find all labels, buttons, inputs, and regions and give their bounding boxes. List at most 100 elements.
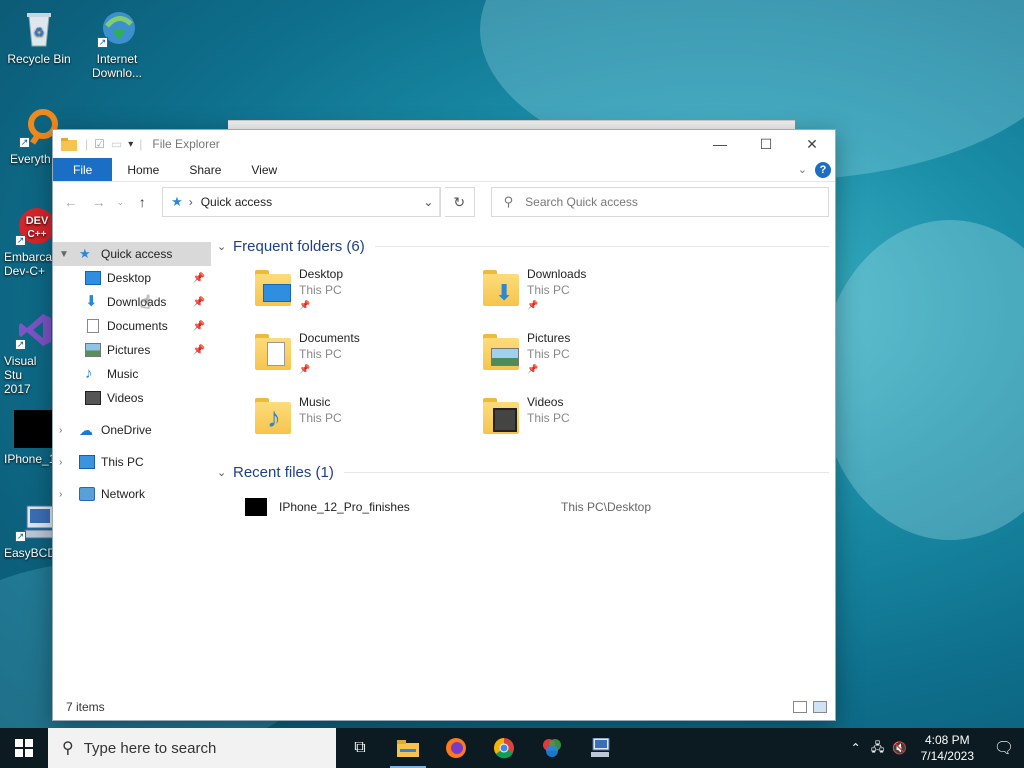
- sidebar-item-videos[interactable]: Videos: [53, 386, 211, 410]
- folder-location: This PC: [299, 283, 342, 297]
- start-button[interactable]: [0, 728, 48, 768]
- folder-location: This PC: [299, 411, 342, 425]
- chevron-down-icon[interactable]: ⌄: [217, 466, 233, 479]
- address-path[interactable]: Quick access: [201, 195, 418, 209]
- desktop-icon-internet-download[interactable]: ↗ Internet Downlo...: [82, 8, 152, 80]
- sidebar-item-this-pc[interactable]: › This PC: [53, 450, 211, 474]
- help-icon[interactable]: ?: [815, 161, 831, 178]
- quick-access-toolbar-separator: |: [85, 137, 89, 151]
- notification-center-icon[interactable]: 🗨: [984, 728, 1024, 768]
- volume-muted-icon[interactable]: 🔇: [889, 741, 911, 755]
- title-bar[interactable]: | ☑ ▭ ▾ | File Explorer — ☐ ✕: [53, 130, 835, 158]
- taskbar-chrome[interactable]: [480, 728, 528, 768]
- sidebar-item-onedrive[interactable]: › ☁ OneDrive: [53, 418, 211, 442]
- pin-icon: 📌: [192, 344, 205, 356]
- forward-button[interactable]: →: [87, 190, 111, 214]
- folder-name: Pictures: [527, 331, 571, 345]
- folder-tile-pictures[interactable]: Pictures This PC 📌: [481, 330, 709, 382]
- tab-file[interactable]: File: [53, 158, 113, 181]
- properties-icon[interactable]: ☑: [94, 137, 105, 151]
- tab-share[interactable]: Share: [174, 158, 236, 181]
- folder-tile-videos[interactable]: Videos This PC: [481, 394, 709, 446]
- taskbar-color-app[interactable]: [528, 728, 576, 768]
- chevron-down-icon[interactable]: ▼: [59, 249, 73, 260]
- sidebar-item-network[interactable]: › Network: [53, 482, 211, 506]
- chevron-right-icon[interactable]: ›: [59, 457, 73, 468]
- videos-folder-icon: [481, 394, 521, 438]
- desktop-icon: [85, 271, 101, 285]
- recycle-bin-icon: ♻: [19, 8, 59, 48]
- visual-studio-icon: ↗: [15, 310, 55, 350]
- sidebar-item-quick-access[interactable]: ▼ ★ Quick access: [53, 242, 211, 266]
- recent-files-header[interactable]: ⌄ Recent files (1): [217, 460, 829, 484]
- sidebar-item-label: Documents: [107, 319, 168, 333]
- content-pane: ⌄ Frequent folders (6) Desktop This PC 📌 ⬇…: [217, 234, 829, 520]
- sidebar-item-music[interactable]: ♪ Music: [53, 362, 211, 386]
- chevron-right-icon[interactable]: ›: [59, 425, 73, 436]
- ribbon-tabs: File Home Share View ⌄ ?: [53, 158, 835, 182]
- shortcut-arrow-icon: ↗: [15, 531, 26, 542]
- minimize-button[interactable]: —: [697, 130, 743, 158]
- folder-icon: [397, 740, 419, 757]
- folder-tile-documents[interactable]: Documents This PC 📌: [253, 330, 481, 382]
- recent-file-name: IPhone_12_Pro_finishes: [279, 500, 410, 514]
- chevron-right-icon[interactable]: ›: [59, 489, 73, 500]
- address-bar[interactable]: ★ › Quick access ⌄: [162, 187, 441, 217]
- shortcut-arrow-icon: ↗: [19, 137, 30, 148]
- sidebar-item-desktop[interactable]: Desktop 📌: [53, 266, 211, 290]
- taskbar-file-explorer[interactable]: [384, 728, 432, 768]
- up-button[interactable]: ↑: [130, 190, 154, 214]
- chevron-up-icon[interactable]: ⌃: [845, 741, 867, 755]
- chrome-icon: [494, 738, 514, 759]
- sidebar-item-pictures[interactable]: Pictures 📌: [53, 338, 211, 362]
- sidebar-item-label: Videos: [107, 391, 144, 405]
- frequent-folders-header[interactable]: ⌄ Frequent folders (6): [217, 234, 829, 258]
- sidebar-item-downloads[interactable]: ⬇ Downloads 📌: [53, 290, 211, 314]
- tab-view[interactable]: View: [236, 158, 292, 181]
- desktop-icon-label: Internet Downlo...: [91, 52, 143, 80]
- taskbar-search-input[interactable]: ⚲ Type here to search: [48, 728, 336, 768]
- recent-locations-icon[interactable]: ⌄: [114, 190, 126, 214]
- picture-icon: [85, 343, 101, 357]
- sidebar-item-label: Desktop: [107, 271, 152, 285]
- chevron-down-icon[interactable]: ⌄: [217, 240, 233, 253]
- sidebar-item-label: This PC: [101, 455, 144, 469]
- cloud-icon: ☁: [79, 422, 93, 438]
- tab-home[interactable]: Home: [112, 158, 174, 181]
- recent-file-row[interactable]: IPhone_12_Pro_finishes This PC\Desktop: [245, 494, 829, 520]
- pin-icon: 📌: [192, 272, 205, 284]
- group-title: Frequent folders (6): [233, 237, 365, 255]
- documents-folder-icon: [253, 330, 293, 374]
- film-icon: [85, 391, 101, 405]
- details-view-icon[interactable]: [793, 701, 807, 713]
- network-icon[interactable]: 🖧: [867, 738, 889, 759]
- back-button[interactable]: ←: [59, 190, 83, 214]
- globe-download-icon: ↗: [97, 8, 137, 48]
- clock[interactable]: 4:08 PM 7/14/2023: [911, 732, 984, 764]
- search-input[interactable]: ⚲ Search Quick access: [490, 187, 829, 217]
- desktop-icon-recycle-bin[interactable]: ♻ Recycle Bin: [4, 8, 74, 66]
- sidebar-item-documents[interactable]: Documents 📌: [53, 314, 211, 338]
- large-icons-view-icon[interactable]: [813, 701, 827, 713]
- folder-tile-desktop[interactable]: Desktop This PC 📌: [253, 266, 481, 318]
- desktop-icon-label: Recycle Bin: [7, 52, 71, 66]
- task-view-button[interactable]: ⧉: [336, 728, 384, 768]
- taskbar-firefox[interactable]: [432, 728, 480, 768]
- new-folder-icon[interactable]: ▭: [111, 137, 122, 151]
- quick-access-toolbar-separator: |: [139, 137, 143, 151]
- clock-time: 4:08 PM: [924, 733, 970, 747]
- maximize-button[interactable]: ☐: [743, 130, 789, 158]
- pin-icon: 📌: [192, 296, 205, 308]
- folder-tile-music[interactable]: ♪ Music This PC: [253, 394, 481, 446]
- customize-toolbar-dropdown-icon[interactable]: ▾: [128, 139, 133, 150]
- close-button[interactable]: ✕: [789, 130, 835, 158]
- folder-tile-downloads[interactable]: ⬇ Downloads This PC 📌: [481, 266, 709, 318]
- taskbar-easybcd[interactable]: [576, 728, 624, 768]
- address-dropdown-icon[interactable]: ⌄: [418, 188, 440, 216]
- expand-ribbon-icon[interactable]: ⌄: [798, 163, 807, 176]
- refresh-button[interactable]: ↻: [444, 187, 475, 217]
- desktop-icon-label: EasyBCD: [4, 546, 57, 560]
- pin-icon: 📌: [527, 300, 539, 310]
- computer-icon: [79, 455, 95, 469]
- file-explorer-window[interactable]: | ☑ ▭ ▾ | File Explorer — ☐ ✕ File Home …: [52, 129, 836, 721]
